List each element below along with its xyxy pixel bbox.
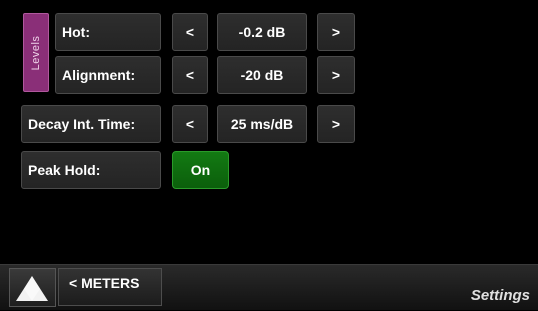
decay-increase-button[interactable]: > <box>317 105 355 143</box>
alignment-label: Alignment: <box>55 56 161 94</box>
hot-decrease-button[interactable]: < <box>172 13 208 51</box>
hot-value: -0.2 dB <box>217 13 307 51</box>
decay-value: 25 ms/dB <box>217 105 307 143</box>
levels-group-tab: Levels <box>23 13 49 92</box>
peak-hold-toggle[interactable]: On <box>172 151 229 189</box>
alignment-increase-button[interactable]: > <box>317 56 355 94</box>
logo-button[interactable] <box>9 268 56 307</box>
alignment-decrease-button[interactable]: < <box>172 56 208 94</box>
levels-label: Levels <box>30 35 42 70</box>
page-title: Settings <box>470 287 530 304</box>
alignment-value: -20 dB <box>217 56 307 94</box>
triangle-logo-icon <box>16 276 48 301</box>
meters-back-button[interactable]: < METERS <box>58 268 162 306</box>
decay-int-time-label: Decay Int. Time: <box>21 105 161 143</box>
hot-label: Hot: <box>55 13 161 51</box>
peak-hold-label: Peak Hold: <box>21 151 161 189</box>
hot-increase-button[interactable]: > <box>317 13 355 51</box>
decay-decrease-button[interactable]: < <box>172 105 208 143</box>
